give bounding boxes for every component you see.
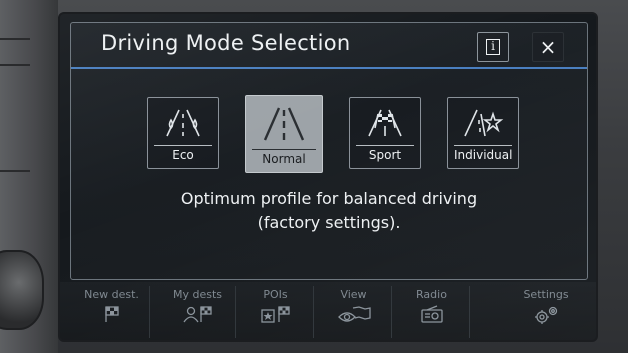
close-icon: × [539,35,557,59]
info-button[interactable]: i [477,32,509,62]
volume-knob[interactable] [0,250,44,330]
checkered-flag-road-icon [368,109,402,137]
mode-description-line-1: Optimum profile for balanced driving [180,189,478,208]
mode-individual-button[interactable]: Individual [447,97,519,169]
dialog-header: Driving Mode Selection i × [71,23,587,69]
eco-road-icon [166,109,200,137]
nav-label: POIs [263,288,288,301]
radio-icon [420,305,443,323]
mode-label: Individual [454,145,512,165]
nav-label: My dests [172,288,223,301]
bezel-seam [0,38,30,40]
nav-new-dest-button[interactable]: New dest. [74,286,150,338]
nav-settings-button[interactable]: Settings [508,286,584,338]
nav-label: View [340,288,367,301]
mode-eco-button[interactable]: Eco [147,97,219,169]
nav-pois-button[interactable]: POIs [238,286,314,338]
info-icon: i [486,39,500,55]
dialog-title: Driving Mode Selection [101,31,351,55]
infotainment-screen: Driving Mode Selection i × Eco Normal Sp… [58,12,598,342]
person-flag-icon [182,306,212,323]
driving-mode-dialog: Driving Mode Selection i × Eco Normal Sp… [70,22,588,280]
poi-star-flag-icon [260,306,290,323]
mode-label: Normal [252,149,316,169]
nav-radio-button[interactable]: Radio [394,286,470,338]
nav-label: Settings [523,288,569,301]
close-button[interactable]: × [532,32,564,62]
bottom-navigation-bar: New dest. My dests POIs View Radio Setti… [60,282,596,340]
nav-label: Radio [416,288,447,301]
mode-sport-button[interactable]: Sport [349,97,421,169]
checkered-flag-icon [104,306,119,322]
road-icon [263,107,305,141]
bezel-seam [0,64,30,66]
road-star-icon [464,109,504,137]
mode-label: Sport [356,145,414,165]
mode-normal-button[interactable]: Normal [245,95,323,173]
nav-label: New dest. [84,288,139,301]
nav-my-dests-button[interactable]: My dests [160,286,236,338]
mode-label: Eco [154,145,212,165]
map-eye-icon [337,306,371,322]
bezel-seam [0,170,30,172]
gears-icon [535,306,558,324]
mode-description-line-2: (factory settings). [257,213,401,232]
nav-view-button[interactable]: View [316,286,392,338]
